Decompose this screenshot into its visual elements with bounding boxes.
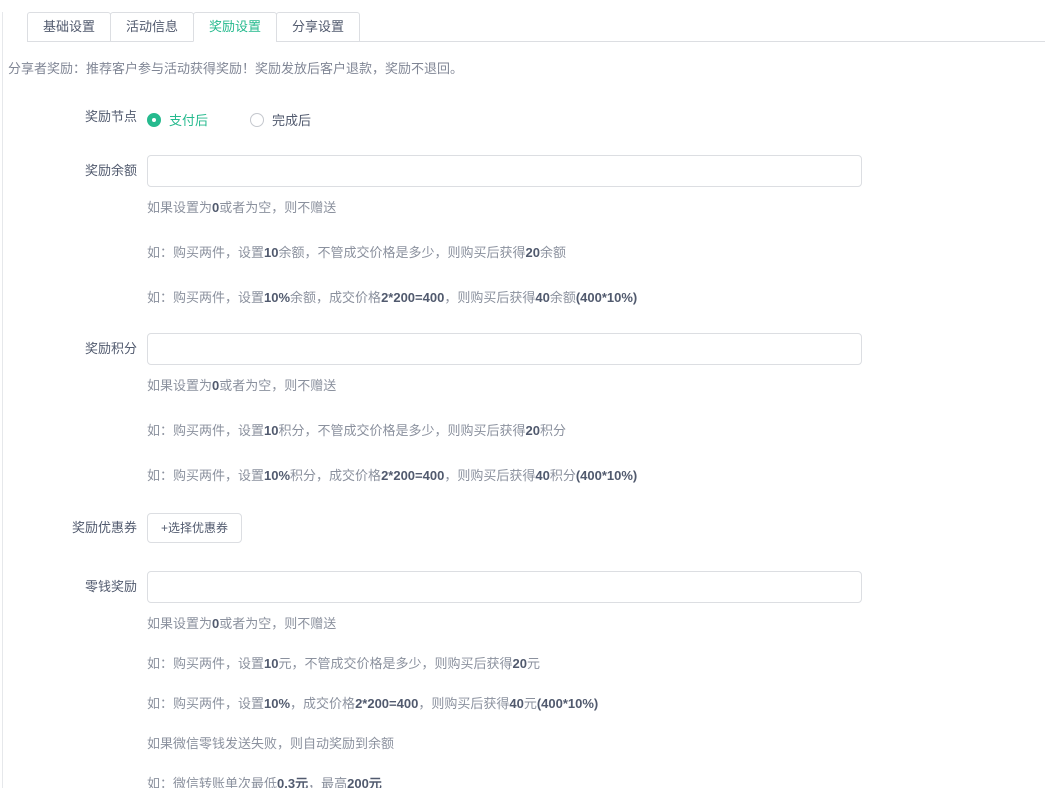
reward-node-row: 奖励节点 支付后 完成后 <box>0 107 1045 129</box>
tab-bar: 基础设置 活动信息 奖励设置 分享设置 <box>27 12 1045 42</box>
page-left-border <box>2 12 3 788</box>
reward-points-label: 奖励积分 <box>0 333 137 485</box>
sharer-reward-description: 分享者奖励：推荐客户参与活动获得奖励！奖励发放后客户退款，奖励不退回。 <box>8 61 1045 77</box>
reward-balance-label: 奖励余额 <box>0 155 137 307</box>
reward-balance-help-3: 如：购买两件，设置10%余额，成交价格2*200=400，则购买后获得40余额(… <box>147 289 1045 307</box>
cash-reward-input[interactable] <box>147 571 862 603</box>
reward-node-label: 奖励节点 <box>0 107 137 129</box>
reward-balance-help-1: 如果设置为0或者为空，则不赠送 <box>147 199 1045 217</box>
radio-unselected-icon <box>250 113 264 127</box>
radio-after-completion[interactable]: 完成后 <box>250 110 311 129</box>
cash-reward-row: 零钱奖励 如果设置为0或者为空，则不赠送 如：购买两件，设置10元，不管成交价格… <box>0 571 1045 788</box>
select-coupon-button[interactable]: +选择优惠券 <box>147 513 242 543</box>
reward-settings-form: 奖励节点 支付后 完成后 奖励余额 如果设置为0或者为空，则不赠送 如：购买两件… <box>0 107 1045 788</box>
reward-points-help-1: 如果设置为0或者为空，则不赠送 <box>147 377 1045 395</box>
cash-reward-help-1: 如果设置为0或者为空，则不赠送 <box>147 615 1045 633</box>
reward-balance-input[interactable] <box>147 155 862 187</box>
tab-basic-settings[interactable]: 基础设置 <box>27 12 111 42</box>
cash-reward-help-5: 如：微信转账单次最低0.3元，最高200元 <box>147 775 1045 788</box>
reward-points-input[interactable] <box>147 333 862 365</box>
radio-selected-icon <box>147 113 161 127</box>
reward-node-radio-group: 支付后 完成后 <box>147 107 1045 129</box>
tab-reward-settings[interactable]: 奖励设置 <box>193 12 277 42</box>
tab-activity-info[interactable]: 活动信息 <box>110 12 194 42</box>
cash-reward-label: 零钱奖励 <box>0 571 137 788</box>
reward-points-help-3: 如：购买两件，设置10%积分，成交价格2*200=400，则购买后获得40积分(… <box>147 467 1045 485</box>
reward-points-help-2: 如：购买两件，设置10积分，不管成交价格是多少，则购买后获得20积分 <box>147 422 1045 440</box>
tab-share-settings[interactable]: 分享设置 <box>276 12 360 42</box>
reward-points-row: 奖励积分 如果设置为0或者为空，则不赠送 如：购买两件，设置10积分，不管成交价… <box>0 333 1045 485</box>
reward-coupon-row: 奖励优惠券 +选择优惠券 <box>0 513 1045 543</box>
radio-after-completion-label: 完成后 <box>272 110 311 129</box>
reward-balance-row: 奖励余额 如果设置为0或者为空，则不赠送 如：购买两件，设置10余额，不管成交价… <box>0 155 1045 307</box>
reward-coupon-label: 奖励优惠券 <box>0 513 137 543</box>
cash-reward-help-3: 如：购买两件，设置10%，成交价格2*200=400，则购买后获得40元(400… <box>147 695 1045 713</box>
radio-after-payment[interactable]: 支付后 <box>147 110 208 129</box>
radio-after-payment-label: 支付后 <box>169 110 208 129</box>
cash-reward-help-2: 如：购买两件，设置10元，不管成交价格是多少，则购买后获得20元 <box>147 655 1045 673</box>
cash-reward-help-4: 如果微信零钱发送失败，则自动奖励到余额 <box>147 735 1045 753</box>
reward-balance-help-2: 如：购买两件，设置10余额，不管成交价格是多少，则购买后获得20余额 <box>147 244 1045 262</box>
